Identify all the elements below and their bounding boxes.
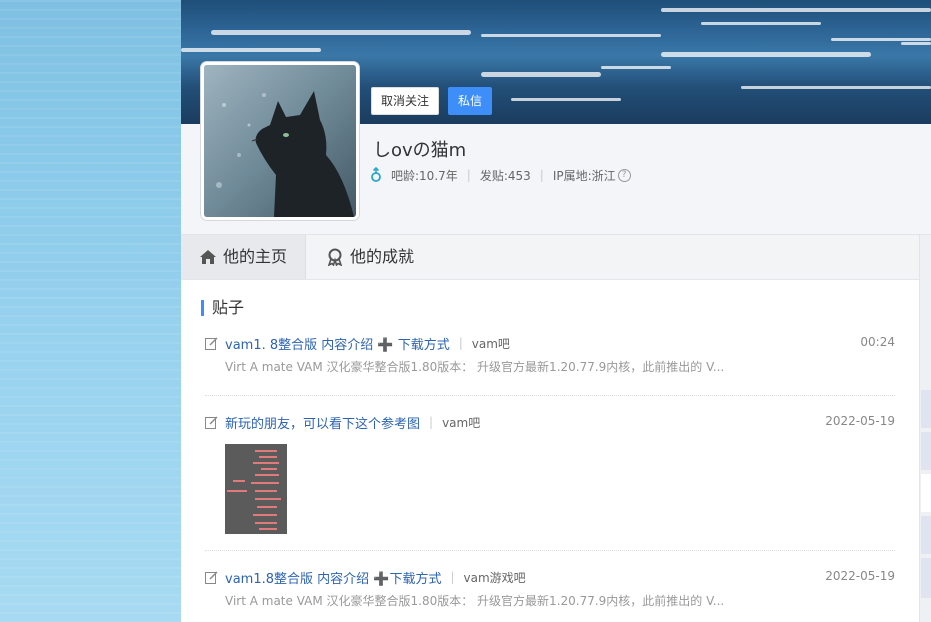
post-forum[interactable]: vam吧 (442, 414, 480, 431)
post-item: vam1. 8整合版 内容介绍 ➕ 下载方式 | vam吧 00:24 Virt… (205, 333, 895, 375)
tab-home-label: 他的主页 (222, 247, 287, 266)
section-title-posts: 贴子 (201, 300, 244, 316)
unfollow-button[interactable]: 取消关注 (371, 87, 440, 115)
post-time: 2022-05-19 (825, 414, 895, 428)
home-icon (199, 250, 216, 264)
achievement-icon (327, 248, 343, 266)
post-abstract: Virt A mate VAM 汉化豪华整合版1.80版本： 升级官方最新1.2… (225, 594, 725, 608)
profile-meta: 吧龄:10.7年 | 发贴:453 | IP属地:浙江 ? (369, 166, 631, 184)
cat-avatar-image (204, 65, 356, 217)
avatar[interactable] (201, 62, 359, 220)
post-divider (205, 550, 895, 551)
help-icon[interactable]: ? (617, 168, 631, 182)
post-title[interactable]: vam1.8整合版 内容介绍 ➕下载方式 (225, 568, 441, 587)
tab-achievements-label: 他的成就 (350, 247, 415, 266)
post-forum[interactable]: vam吧 (472, 335, 510, 352)
bar-age: 吧龄:10.7年 (391, 168, 458, 183)
profile-page: 取消关注 私信 しovの猫m 吧龄:10.7年 | 发贴:453 | IP属地:… (181, 0, 931, 622)
username: しovの猫m (373, 140, 467, 161)
post-time: 2022-05-19 (825, 569, 895, 583)
post-divider (205, 395, 895, 396)
tab-home[interactable]: 他的主页 (181, 235, 306, 279)
post-abstract: Virt A mate VAM 汉化豪华整合版1.80版本： 升级官方最新1.2… (225, 360, 725, 374)
post-item: vam1.8整合版 内容介绍 ➕下载方式 | vam游戏吧 2022-05-19… (205, 567, 895, 609)
edit-icon (205, 416, 218, 429)
post-title[interactable]: 新玩的朋友，可以看下这个参考图 (225, 413, 420, 432)
profile-tabs: 他的主页 他的成就 (181, 235, 919, 280)
background-sky (0, 0, 181, 622)
tab-achievements[interactable]: 他的成就 (326, 235, 414, 279)
post-item: 新玩的朋友，可以看下这个参考图 | vam吧 2022-05-19 (205, 412, 895, 534)
post-time: 00:24 (860, 335, 895, 349)
edit-icon (205, 337, 218, 350)
post-title[interactable]: vam1. 8整合版 内容介绍 ➕ 下载方式 (225, 334, 450, 353)
side-panel-edge (919, 235, 931, 622)
private-message-button[interactable]: 私信 (448, 87, 493, 115)
post-count: 发贴:453 (479, 168, 531, 183)
ip-location: IP属地:浙江 (552, 168, 616, 183)
edit-icon (205, 571, 218, 584)
gender-male-icon (371, 167, 381, 182)
post-forum[interactable]: vam游戏吧 (464, 569, 526, 586)
post-thumbnail[interactable] (225, 444, 287, 534)
